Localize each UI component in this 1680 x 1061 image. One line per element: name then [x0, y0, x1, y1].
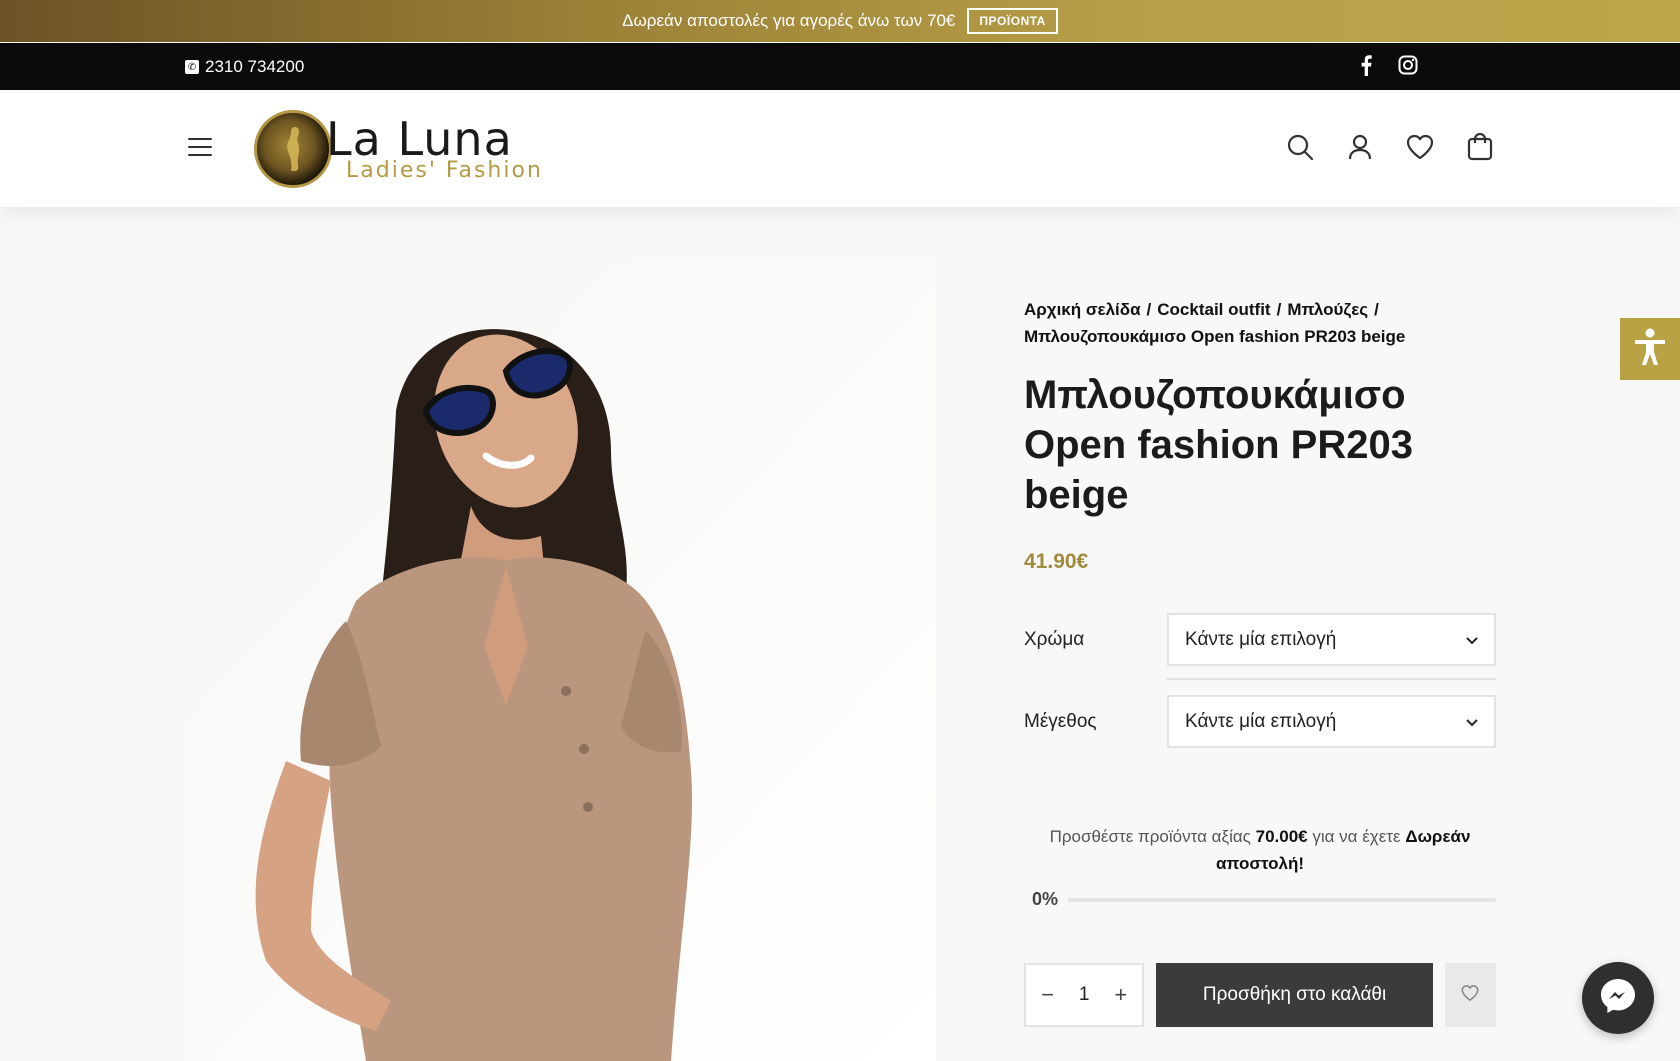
logo-main-text: La Luna: [326, 112, 513, 166]
menu-icon[interactable]: [188, 138, 212, 158]
heart-icon[interactable]: [1405, 132, 1435, 162]
phone-icon: ✆: [185, 60, 199, 74]
top-bar: ✆ 2310 734200: [0, 43, 1680, 90]
quantity-plus-button[interactable]: +: [1109, 982, 1133, 1008]
product-price: 41.90€: [1024, 550, 1089, 573]
messenger-chat-button[interactable]: [1582, 962, 1654, 1034]
shipping-middle: για να έχετε: [1312, 827, 1401, 846]
add-to-cart-button[interactable]: Προσθήκη στο καλάθι: [1156, 963, 1433, 1027]
size-select[interactable]: Κάντε μία επιλογή: [1167, 695, 1496, 748]
accessibility-button[interactable]: [1620, 318, 1680, 380]
free-shipping-message: Προσθέστε προϊόντα αξίας 70.00€ για να έ…: [1024, 823, 1496, 877]
progress-percent: 0%: [1032, 889, 1059, 909]
breadcrumb: Αρχική σελίδα / Cocktail outfit / Μπλούζες / …: [1024, 296, 1496, 350]
product-info: Αρχική σελίδα / Cocktail outfit / Μπλούζες / …: [1024, 296, 1496, 1027]
promo-text: Δωρεάν αποστολές για αγορές άνω των 70€: [622, 11, 956, 30]
site-logo[interactable]: La Luna Ladies' Fashion: [254, 110, 543, 188]
size-select-value: Κάντε μία επιλογή: [1185, 710, 1337, 732]
size-attribute: Μέγεθος Κάντε μία επιλογή: [1024, 695, 1496, 748]
chevron-down-icon: [1466, 711, 1478, 733]
instagram-icon[interactable]: [1398, 55, 1418, 82]
color-label: Χρώμα: [1024, 628, 1085, 650]
header-icons: [1285, 132, 1495, 162]
products-button[interactable]: ΠΡΟΪΟΝΤΑ: [967, 8, 1058, 34]
color-select[interactable]: Κάντε μία επιλογή: [1167, 613, 1496, 666]
shipping-progress: 0%: [1032, 889, 1496, 910]
quantity-stepper: − 1 +: [1024, 963, 1145, 1027]
phone-number: 2310 734200: [205, 57, 305, 76]
breadcrumb-cocktail[interactable]: Cocktail outfit: [1157, 300, 1270, 319]
add-to-cart-row: − 1 + Προσθήκη στο καλάθι: [1024, 963, 1496, 1027]
breadcrumb-home[interactable]: Αρχική σελίδα: [1024, 300, 1141, 319]
logo-emblem: [254, 110, 332, 188]
accessibility-icon: [1633, 328, 1667, 371]
progress-track: [1068, 897, 1496, 902]
quantity-minus-button[interactable]: −: [1036, 982, 1060, 1008]
social-links: [1360, 55, 1418, 82]
breadcrumb-blouses[interactable]: Μπλούζες: [1287, 300, 1368, 319]
facebook-icon[interactable]: [1360, 55, 1372, 82]
breadcrumb-separator: /: [1276, 300, 1282, 319]
breadcrumb-separator: /: [1374, 300, 1379, 319]
phone-link[interactable]: ✆ 2310 734200: [185, 57, 304, 77]
user-icon[interactable]: [1345, 132, 1375, 162]
size-label: Μέγεθος: [1024, 710, 1097, 732]
attribute-divider: [1167, 678, 1496, 680]
breadcrumb-separator: /: [1146, 300, 1152, 319]
promo-bar: Δωρεάν αποστολές για αγορές άνω των 70€ …: [0, 0, 1680, 42]
heart-icon: [1460, 984, 1480, 1007]
search-icon[interactable]: [1285, 132, 1315, 162]
product-image[interactable]: [186, 261, 936, 1061]
messenger-icon: [1598, 976, 1638, 1021]
quantity-value[interactable]: 1: [1079, 984, 1090, 1006]
site-header: La Luna Ladies' Fashion: [0, 90, 1680, 207]
logo-sub-text: Ladies' Fashion: [346, 158, 543, 183]
color-select-value: Κάντε μία επιλογή: [1185, 628, 1337, 650]
logo-text: La Luna Ladies' Fashion: [326, 116, 543, 182]
add-to-wishlist-button[interactable]: [1444, 963, 1496, 1027]
chevron-down-icon: [1466, 629, 1478, 651]
color-attribute: Χρώμα Κάντε μία επιλογή: [1024, 613, 1496, 666]
breadcrumb-current: Μπλουζοπουκάμισο Open fashion PR203 beig…: [1024, 327, 1406, 346]
cart-bag-icon[interactable]: [1465, 132, 1495, 162]
shipping-prefix: Προσθέστε προϊόντα αξίας: [1049, 827, 1251, 846]
shipping-amount: 70.00€: [1255, 827, 1308, 846]
product-title: Μπλουζοπουκάμισο Open fashion PR203 beig…: [1024, 373, 1413, 517]
